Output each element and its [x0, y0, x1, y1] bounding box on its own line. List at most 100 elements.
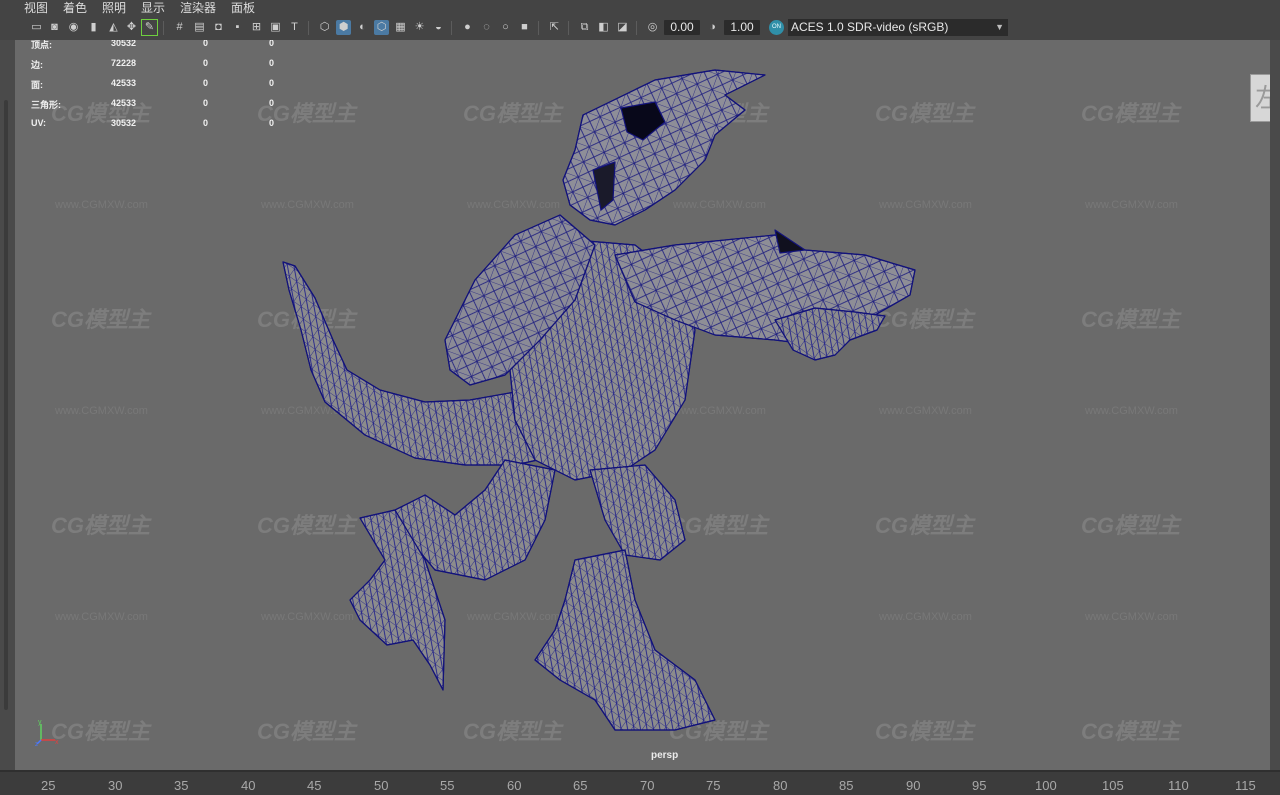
hud-selected: 0: [203, 40, 209, 48]
smooth-shade-icon[interactable]: ⬢: [336, 20, 351, 35]
toolbar-divider: [568, 21, 569, 35]
right-panel-border: [1270, 40, 1280, 770]
camera-bookmark-icon[interactable]: ◉: [66, 20, 81, 35]
menu-shading[interactable]: 着色: [63, 0, 87, 16]
hud-selected: 0: [203, 118, 209, 128]
left-scrollbar[interactable]: [4, 100, 8, 710]
xray-active-icon[interactable]: ◧: [596, 20, 611, 35]
axis-y-label: y: [38, 719, 42, 726]
timeline-tick: 30: [108, 778, 123, 793]
hud-total: 72228: [111, 58, 137, 68]
grease-pencil-icon[interactable]: ✎: [141, 19, 158, 36]
menu-show[interactable]: 显示: [141, 0, 165, 16]
depth-of-field-icon[interactable]: ■: [517, 20, 532, 35]
bookmark-icon[interactable]: ▮: [86, 20, 101, 35]
exposure-field[interactable]: 0.00: [664, 20, 700, 35]
timeline-tick: 45: [307, 778, 322, 793]
timeline-tick: 55: [440, 778, 455, 793]
shadows-icon[interactable]: ◒: [431, 20, 446, 35]
use-all-lights-icon[interactable]: ☀: [412, 20, 427, 35]
toolbar-divider: [538, 21, 539, 35]
timeline-tick: 50: [374, 778, 389, 793]
wireframe-on-shaded-icon[interactable]: ⬡: [374, 20, 389, 35]
image-plane-icon[interactable]: ◭: [106, 20, 121, 35]
hud-row-vertices: 顶点: 30532 0 0: [31, 40, 301, 50]
hud-selected: 0: [203, 58, 209, 68]
gamma-icon[interactable]: ◑: [705, 20, 720, 35]
menu-lighting[interactable]: 照明: [102, 0, 126, 16]
film-gate-icon[interactable]: ▤: [192, 20, 207, 35]
hud-label: UV:: [31, 118, 47, 128]
wireframe-icon[interactable]: ⬡: [317, 20, 332, 35]
timeline-tick: 80: [773, 778, 788, 793]
hud-row-faces: 面: 42533 0 0: [31, 78, 301, 90]
timeline-tick: 105: [1102, 778, 1124, 793]
hud-row-triangles: 三角形: 42533 0 0: [31, 98, 301, 110]
safe-title-icon[interactable]: T: [287, 20, 302, 35]
axis-gizmo-icon: y x z: [35, 719, 59, 746]
camera-attributes-icon[interactable]: ◙: [47, 20, 62, 35]
hud-label: 顶点:: [31, 40, 52, 50]
use-default-material-icon[interactable]: ◐: [355, 20, 370, 35]
wireframe-creature-model[interactable]: [15, 40, 1270, 770]
time-slider[interactable]: 25 30 35 40 45 50 55 60 65 70 75 80 85 9…: [0, 770, 1280, 795]
field-chart-icon[interactable]: ⊞: [249, 20, 264, 35]
color-space-value: ACES 1.0 SDR-video (sRGB): [791, 20, 949, 34]
toolbar-divider: [636, 21, 637, 35]
safe-action-icon[interactable]: ▣: [268, 20, 283, 35]
hud-label: 三角形:: [31, 100, 61, 110]
timeline-tick: 85: [839, 778, 854, 793]
exposure-icon[interactable]: ◎: [645, 20, 660, 35]
hud-highlighted: 0: [269, 58, 275, 68]
hud-highlighted: 0: [269, 98, 275, 108]
timeline-tick: 35: [174, 778, 189, 793]
camera-select-icon[interactable]: ▭: [29, 20, 44, 35]
left-panel-border: [0, 40, 15, 770]
backface-culling-icon[interactable]: ◪: [615, 20, 630, 35]
toolbar-divider: [163, 21, 164, 35]
isolate-select-icon[interactable]: ⇱: [547, 20, 562, 35]
hud-label: 面:: [31, 80, 43, 90]
3d-viewport[interactable]: CG模型主 CG模型主 CG模型主 CG模型主 CG模型主 CG模型主 www.…: [15, 40, 1270, 770]
timeline-tick: 25: [41, 778, 56, 793]
chevron-down-icon: ▼: [995, 22, 1004, 32]
screen-space-ao-icon[interactable]: ●: [460, 20, 475, 35]
gamma-field[interactable]: 1.00: [724, 20, 760, 35]
menu-view[interactable]: 视图: [24, 0, 48, 16]
hud-highlighted: 0: [269, 78, 275, 88]
grid-icon[interactable]: #: [172, 20, 187, 35]
motion-blur-icon[interactable]: ◌: [479, 20, 494, 35]
timeline-tick: 60: [507, 778, 522, 793]
axis-x-label: x: [55, 739, 59, 746]
hud-selected: 0: [203, 98, 209, 108]
hud-highlighted: 0: [269, 40, 275, 48]
color-management-icon[interactable]: ON: [769, 20, 784, 35]
gate-mask-icon[interactable]: ▪: [230, 20, 245, 35]
timeline-tick: 110: [1168, 778, 1189, 793]
xray-joints-icon[interactable]: ⧉: [577, 20, 592, 35]
menu-panels[interactable]: 面板: [231, 0, 255, 16]
hud-row-uvs: UV: 30532 0 0: [31, 118, 301, 130]
panel-menu-bar: 视图 着色 照明 显示 渲染器 面板: [0, 0, 1280, 16]
2d-pan-zoom-icon[interactable]: ✥: [124, 20, 139, 35]
xray-icon[interactable]: ▦: [393, 20, 408, 35]
timeline-tick: 65: [573, 778, 588, 793]
panel-toolbar: ▭ ◙ ◉ ▮ ◭ ✥ ✎ # ▤ ◘ ▪ ⊞ ▣ T ⬡ ⬢ ◐ ⬡ ▦ ☀ …: [0, 16, 1280, 41]
timeline-tick: 90: [906, 778, 921, 793]
color-space-dropdown[interactable]: ACES 1.0 SDR-video (sRGB) ▼: [788, 19, 1008, 36]
menu-renderer[interactable]: 渲染器: [180, 0, 216, 16]
anti-aliasing-icon[interactable]: ○: [498, 20, 513, 35]
toolbar-divider: [451, 21, 452, 35]
timeline-tick: 95: [972, 778, 987, 793]
hud-total: 30532: [111, 40, 137, 48]
axis-z-label: z: [35, 742, 38, 746]
hud-label: 边:: [31, 60, 43, 70]
hud-total: 42533: [111, 78, 137, 88]
timeline-tick: 115: [1235, 778, 1256, 793]
hud-total: 42533: [111, 98, 137, 108]
view-cube[interactable]: 左: [1250, 74, 1270, 122]
timeline-tick: 100: [1035, 778, 1057, 793]
timeline-tick: 75: [706, 778, 721, 793]
resolution-gate-icon[interactable]: ◘: [211, 20, 226, 35]
hud-selected: 0: [203, 78, 209, 88]
